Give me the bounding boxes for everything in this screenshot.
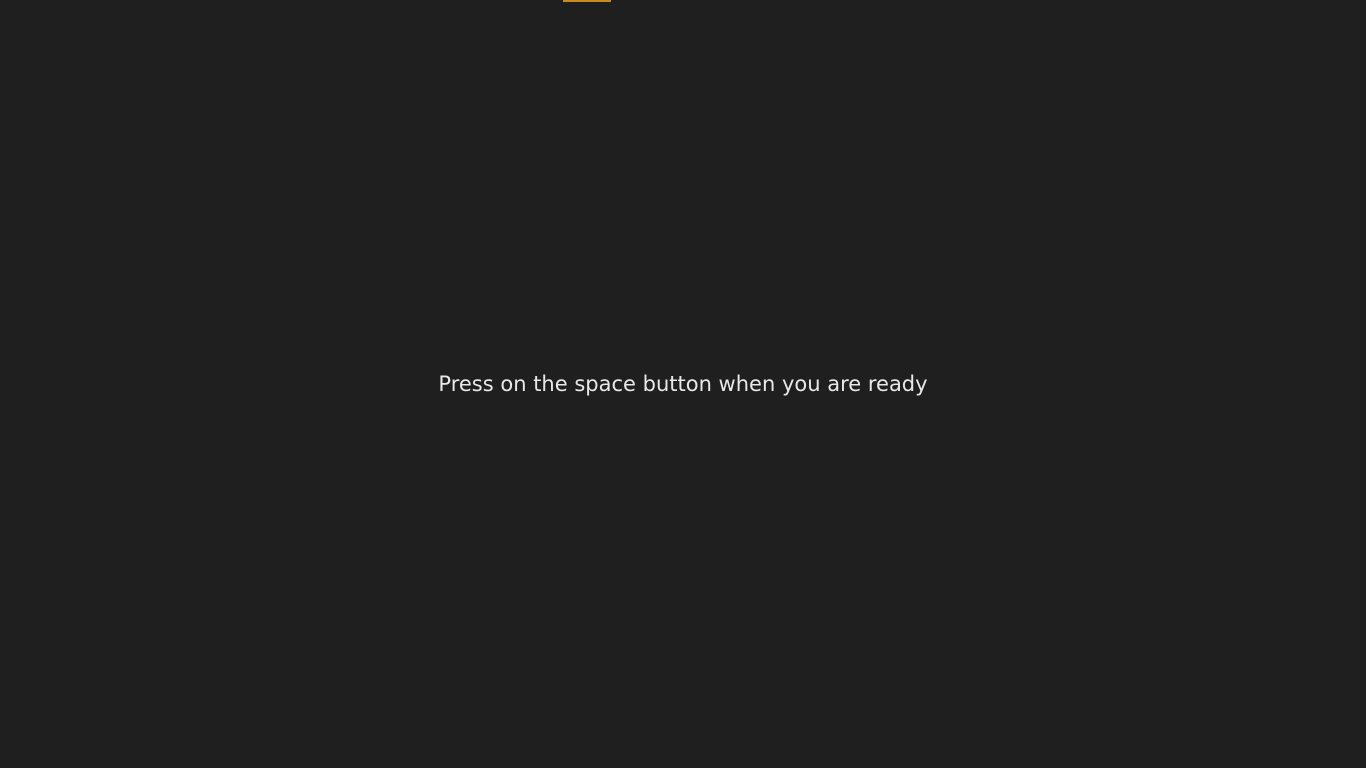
ready-prompt: Press on the space button when you are r…	[438, 372, 928, 396]
ready-screen: Press on the space button when you are r…	[0, 0, 1366, 768]
top-accent-indicator	[563, 0, 611, 2]
